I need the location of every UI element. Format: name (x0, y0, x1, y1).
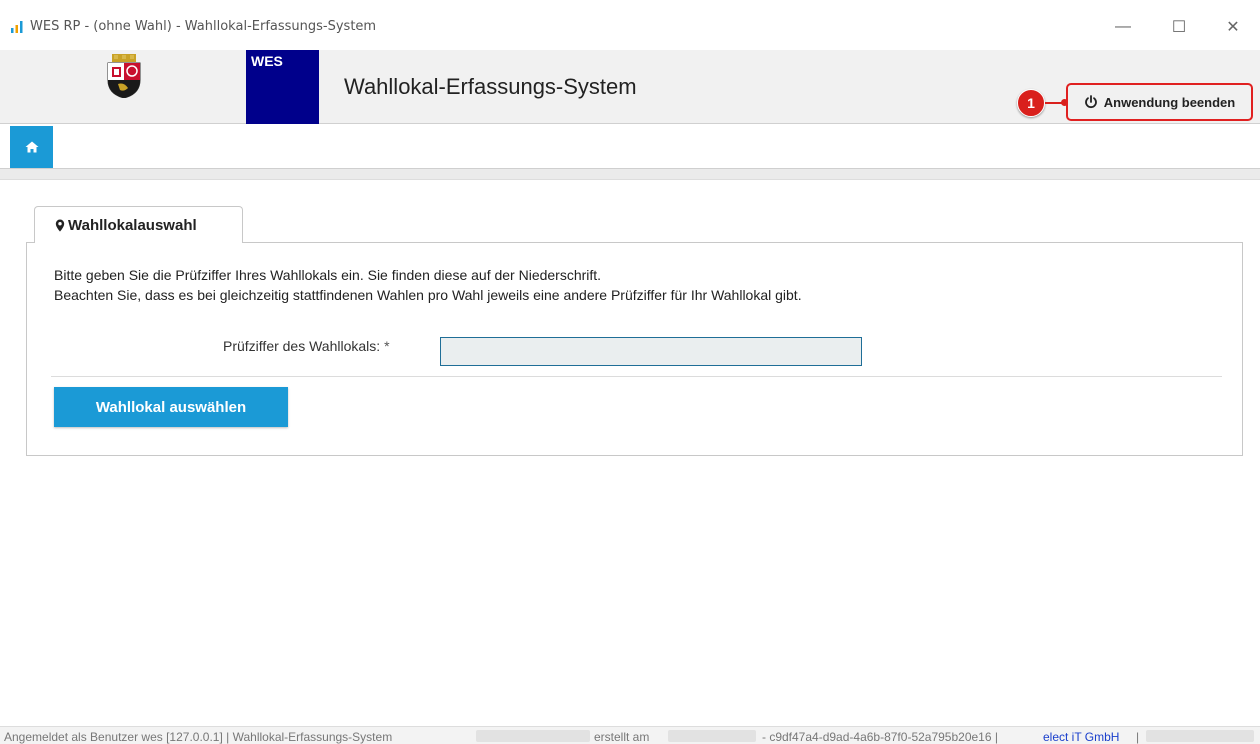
maximize-button[interactable]: ☐ (1156, 12, 1202, 42)
annotation-marker: 1 (1017, 89, 1045, 117)
map-pin-icon (55, 219, 65, 231)
exit-application-label: Anwendung beenden (1103, 94, 1236, 110)
footer-user-text: Angemeldet als Benutzer wes [127.0.0.1] … (4, 730, 393, 744)
tab-wahllokalauswahl[interactable]: Wahllokalauswahl (34, 206, 243, 243)
company-link[interactable]: elect iT GmbH (1043, 730, 1119, 744)
bar-chart-icon (11, 21, 23, 33)
check-digit-input[interactable] (440, 337, 862, 366)
status-footer: Angemeldet als Benutzer wes [127.0.0.1] … (0, 726, 1260, 744)
form-divider (51, 376, 1222, 377)
home-button[interactable] (10, 126, 53, 168)
nav-bar (0, 124, 1260, 169)
check-digit-label-text: Prüfziffer des Wahllokals: (223, 338, 381, 354)
required-marker: * (384, 338, 390, 354)
window-titlebar: WES RP - (ohne Wahl) - Wahllokal-Erfassu… (0, 0, 1260, 50)
check-digit-label: Prüfziffer des Wahllokals: * (223, 338, 390, 354)
app-header: WES Wahllokal-Erfassungs-System 1 Anwend… (0, 50, 1260, 124)
app-title: Wahllokal-Erfassungs-System (344, 74, 637, 99)
footer-trailing: | (1136, 730, 1140, 744)
nav-separator (0, 169, 1260, 180)
coat-of-arms-icon (107, 54, 141, 98)
power-icon (1084, 95, 1097, 109)
select-polling-station-button[interactable]: Wahllokal auswählen (54, 387, 288, 427)
info-text-line2: Beachten Sie, dass es bei gleichzeitig s… (54, 287, 802, 303)
exit-application-button[interactable]: Anwendung beenden (1084, 95, 1235, 110)
minimize-button[interactable]: — (1100, 12, 1146, 42)
redacted-version (476, 730, 590, 742)
tab-label: Wahllokalauswahl (68, 216, 197, 234)
window-title: WES RP - (ohne Wahl) - Wahllokal-Erfassu… (30, 19, 377, 34)
selection-panel: Bitte geben Sie die Prüfziffer Ihres Wah… (26, 242, 1243, 456)
redacted-extra (1146, 730, 1254, 742)
redacted-date (668, 730, 756, 742)
logout-highlight: Anwendung beenden (1066, 83, 1253, 121)
info-text-line1: Bitte geben Sie die Prüfziffer Ihres Wah… (54, 267, 602, 283)
footer-build-id: - c9df47a4-d9ad-4a6b-87f0-52a795b20e16 | (762, 730, 998, 744)
wes-logo: WES (246, 50, 319, 124)
footer-created-text: erstellt am (594, 730, 650, 744)
close-button[interactable]: ✕ (1210, 12, 1256, 42)
home-icon (25, 141, 38, 153)
